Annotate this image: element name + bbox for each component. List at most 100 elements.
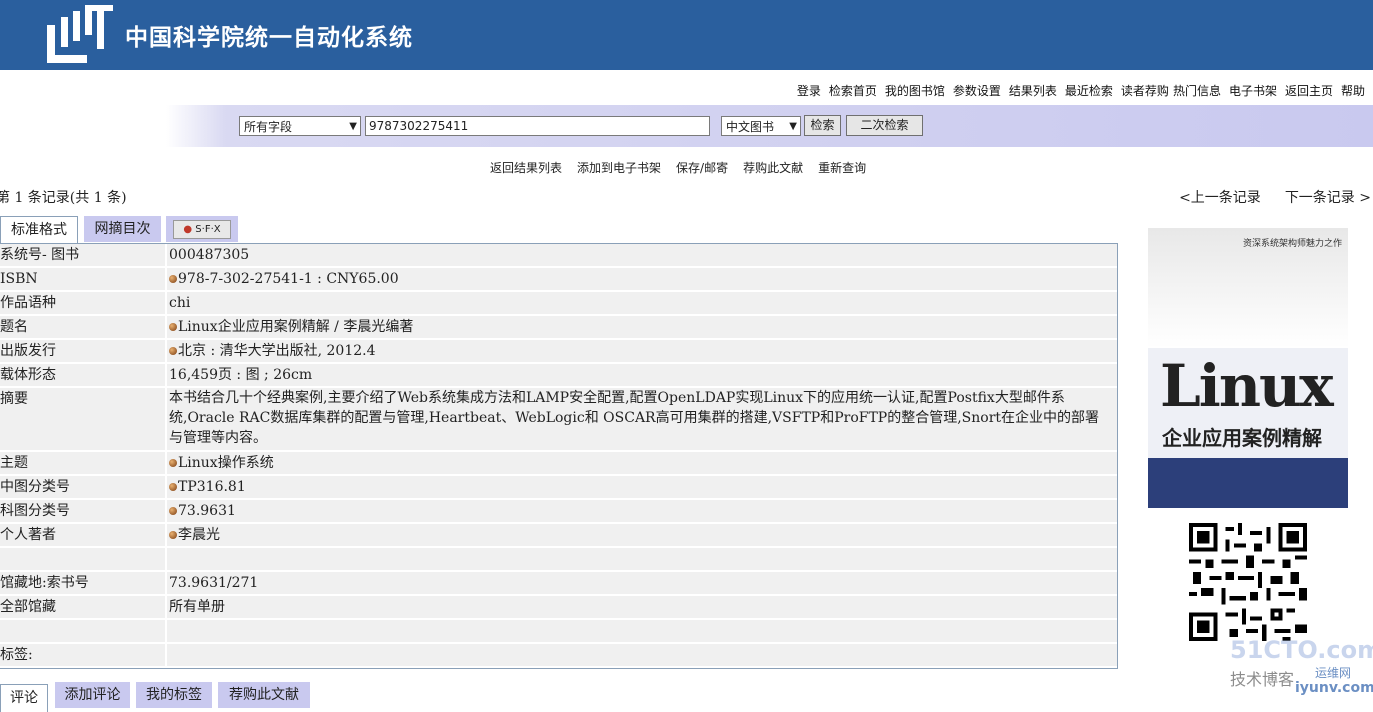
detail-value: chi	[167, 292, 1117, 314]
link-bullet-icon	[169, 275, 177, 283]
record-actions: 返回结果列表 添加到电子书架 保存/邮寄 荐购此文献 重新查询	[490, 159, 881, 176]
link-bullet-icon	[169, 531, 177, 539]
link-bullet-icon	[169, 459, 177, 467]
search-bar: 所有字段 ▼ 9787302275411 中文图书 ▼ 检索 二次检索	[166, 105, 1373, 147]
detail-row: 题名 Linux企业应用案例精解 / 李晨光编著	[0, 316, 1117, 340]
watermark-line3: 运维网	[1315, 666, 1352, 680]
detail-value	[167, 548, 1117, 570]
nav-help[interactable]: 帮助	[1341, 84, 1365, 98]
detail-value-text: 000487305	[169, 247, 250, 263]
add-to-ebookshelf-link[interactable]: 添加到电子书架	[577, 161, 661, 175]
next-record-link[interactable]: 下一条记录 >	[1285, 190, 1371, 206]
tab-add-comment[interactable]: 添加评论	[55, 682, 130, 708]
detail-value[interactable]: Linux操作系统	[167, 452, 1117, 474]
qr-code-icon	[1189, 523, 1307, 641]
detail-value[interactable]: 73.9631	[167, 500, 1117, 522]
detail-value-text: Linux企业应用案例精解 / 李晨光编著	[178, 319, 414, 335]
detail-label: 全部馆藏	[0, 596, 167, 618]
detail-value-text: 73.9631	[178, 503, 236, 519]
tab-sfx[interactable]: ● S·F·X	[166, 216, 238, 242]
detail-value[interactable]: 北京 : 清华大学出版社, 2012.4	[167, 340, 1117, 362]
nav-my-library[interactable]: 我的图书馆	[885, 84, 945, 98]
nav-home[interactable]: 返回主页	[1285, 84, 1333, 98]
detail-row: 系统号- 图书 000487305	[0, 244, 1117, 268]
detail-row: 馆藏地:索书号 73.9631/271	[0, 572, 1117, 596]
prev-record-link[interactable]: <上一条记录	[1179, 190, 1261, 206]
secondary-search-button[interactable]: 二次检索	[846, 115, 923, 136]
detail-label: 作品语种	[0, 292, 167, 314]
detail-value[interactable]: 李晨光	[167, 524, 1117, 546]
detail-value[interactable]: TP316.81	[167, 476, 1117, 498]
chevron-down-icon: ▼	[349, 121, 357, 132]
detail-value-text: Linux操作系统	[178, 455, 274, 471]
detail-label: 题名	[0, 316, 167, 338]
watermark-line4: iyunv.com	[1295, 680, 1373, 696]
nav-search-home[interactable]: 检索首页	[829, 84, 877, 98]
database-select[interactable]: 中文图书 ▼	[721, 116, 801, 136]
nav-ebookshelf[interactable]: 电子书架	[1229, 84, 1277, 98]
detail-label: 中图分类号	[0, 476, 167, 498]
detail-value: 73.9631/271	[167, 572, 1117, 594]
detail-value	[167, 620, 1117, 642]
detail-label: 个人著者	[0, 524, 167, 546]
cover-series: 资深系统架构师魅力之作	[1242, 239, 1342, 249]
link-bullet-icon	[169, 323, 177, 331]
header-bar: 中国科学院统一自动化系统	[0, 0, 1373, 70]
tab-standard-format[interactable]: 标准格式	[0, 216, 78, 244]
recommend-purchase-link[interactable]: 荐购此文献	[743, 161, 803, 175]
detail-label: 标签:	[0, 644, 167, 666]
library-logo-icon	[47, 5, 113, 63]
nav-settings[interactable]: 参数设置	[953, 84, 1001, 98]
detail-label: 载体形态	[0, 364, 167, 386]
save-mail-link[interactable]: 保存/邮寄	[676, 161, 728, 175]
detail-row: 全部馆藏 所有单册	[0, 596, 1117, 620]
watermark-line2: 技术博客	[1230, 670, 1295, 689]
watermark-line1: 51CTO.com	[1230, 636, 1373, 664]
field-select[interactable]: 所有字段 ▼	[239, 116, 361, 136]
nav-hot-info[interactable]: 热门信息	[1173, 84, 1221, 98]
database-select-value: 中文图书	[726, 120, 775, 134]
detail-label: 主题	[0, 452, 167, 474]
search-input[interactable]: 9787302275411	[365, 116, 710, 136]
new-search-link[interactable]: 重新查询	[818, 161, 866, 175]
detail-value-text: 978-7-302-27541-1 : CNY65.00	[178, 271, 399, 287]
detail-value-text: 北京 : 清华大学出版社, 2012.4	[178, 343, 376, 359]
nav-recent-search[interactable]: 最近检索	[1065, 84, 1113, 98]
detail-label: 摘要	[0, 388, 167, 450]
search-button[interactable]: 检索	[804, 115, 841, 136]
detail-value-text: 所有单册	[169, 599, 225, 615]
detail-value: 16,459页 : 图 ; 26cm	[167, 364, 1117, 386]
site-title: 中国科学院统一自动化系统	[125, 25, 413, 51]
sfx-logo-icon: ● S·F·X	[173, 220, 231, 239]
link-bullet-icon	[169, 483, 177, 491]
detail-value: 本书结合几十个经典案例,主要介绍了Web系统集成方法和LAMP安全配置,配置Op…	[167, 388, 1117, 450]
detail-label	[0, 548, 167, 570]
detail-label: 馆藏地:索书号	[0, 572, 167, 594]
nav-result-list[interactable]: 结果列表	[1009, 84, 1057, 98]
detail-value: 000487305	[167, 244, 1117, 266]
tab-recommend[interactable]: 荐购此文献	[218, 682, 310, 708]
detail-row: 作品语种 chi	[0, 292, 1117, 316]
nav-reader-recommend[interactable]: 读者荐购	[1121, 84, 1169, 98]
tab-abstract-toc[interactable]: 网摘目次	[84, 216, 161, 242]
nav-login[interactable]: 登录	[797, 84, 821, 98]
record-details: 系统号- 图书 000487305 ISBN 978-7-302-27541-1 : …	[0, 243, 1118, 669]
detail-value[interactable]: 978-7-302-27541-1 : CNY65.00	[167, 268, 1117, 290]
detail-row	[0, 548, 1117, 572]
detail-row: 出版发行 北京 : 清华大学出版社, 2012.4	[0, 340, 1117, 364]
detail-row: ISBN 978-7-302-27541-1 : CNY65.00	[0, 268, 1117, 292]
detail-value-text: 16,459页 : 图 ; 26cm	[169, 367, 313, 383]
tab-comments[interactable]: 评论	[0, 684, 48, 712]
detail-row: 载体形态 16,459页 : 图 ; 26cm	[0, 364, 1117, 388]
detail-label: 系统号- 图书	[0, 244, 167, 266]
tab-my-tags[interactable]: 我的标签	[136, 682, 212, 708]
detail-label: 科图分类号	[0, 500, 167, 522]
sfx-label: S·F·X	[195, 224, 221, 235]
detail-row: 标签:	[0, 644, 1117, 668]
top-nav: 登录 检索首页 我的图书馆 参数设置 结果列表 最近检索 读者荐购 热门信息 电子书架 返回主页帮…	[789, 82, 1365, 99]
field-select-value: 所有字段	[244, 120, 293, 134]
detail-value-text: 本书结合几十个经典案例,主要介绍了Web系统集成方法和LAMP安全配置,配置Op…	[169, 390, 1100, 446]
back-to-results-link[interactable]: 返回结果列表	[490, 161, 562, 175]
detail-value[interactable]: Linux企业应用案例精解 / 李晨光编著	[167, 316, 1117, 338]
record-nav: <上一条记录 下一条记录 >	[1155, 187, 1371, 207]
